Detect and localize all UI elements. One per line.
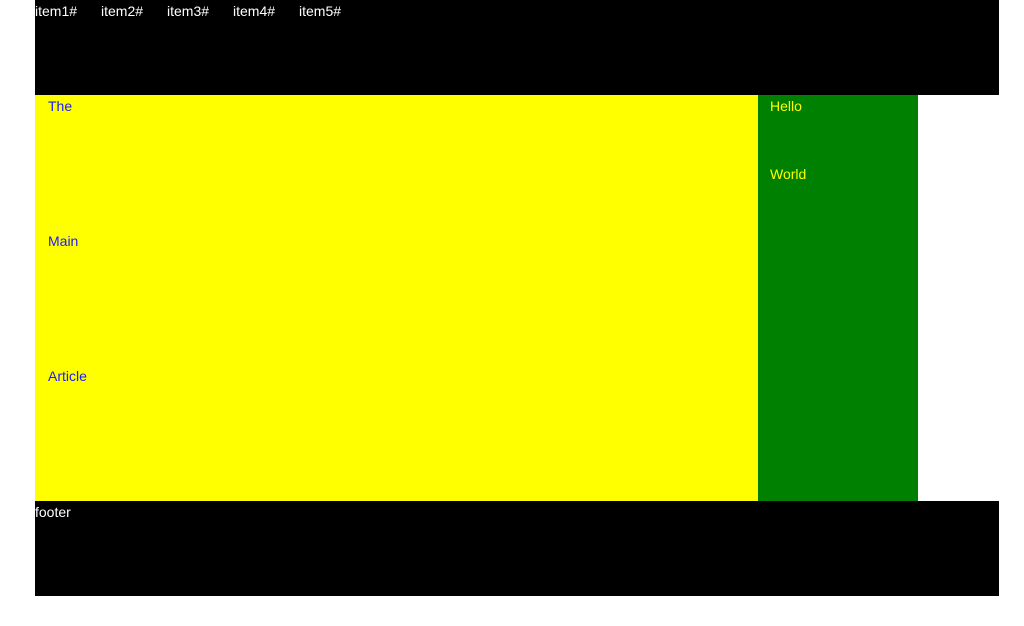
- main-article-line-1: The: [48, 98, 73, 114]
- main-article-line-3: Article: [48, 368, 87, 384]
- footer-label: footer: [35, 504, 71, 520]
- sidebar-line-2: World: [770, 166, 807, 182]
- main-article: The Main Article: [35, 95, 758, 501]
- nav-item-4[interactable]: item4#: [233, 3, 275, 19]
- footer-bar: footer: [35, 501, 999, 596]
- sidebar-panel: Hello World: [758, 95, 918, 501]
- sidebar-line-1: Hello: [770, 98, 802, 114]
- nav-item-3[interactable]: item3#: [167, 3, 209, 19]
- nav-item-1[interactable]: item1#: [35, 3, 77, 19]
- nav-item-5[interactable]: item5#: [299, 3, 341, 19]
- header-bar: item1# item2# item3# item4# item5#: [35, 0, 999, 95]
- nav-item-2[interactable]: item2#: [101, 3, 143, 19]
- main-article-line-2: Main: [48, 233, 79, 249]
- page-layout: item1# item2# item3# item4# item5# The M…: [35, 0, 999, 596]
